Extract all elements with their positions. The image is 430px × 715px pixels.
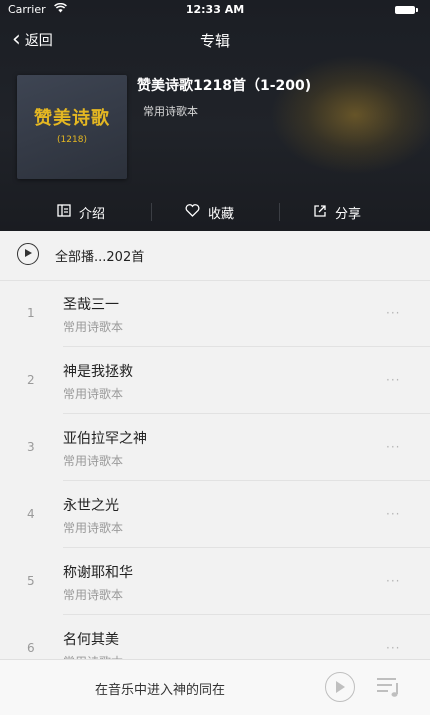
favorite-button[interactable]: 收藏 xyxy=(185,197,234,227)
more-icon[interactable]: ··· xyxy=(386,373,400,387)
album-title: 赞美诗歌1218首（1-200) xyxy=(137,78,312,94)
more-icon[interactable]: ··· xyxy=(386,440,400,454)
album-header: Carrier 12:33 AM ‹ 返回 专辑 赞美诗歌 (1218) 赞美诗… xyxy=(0,0,430,231)
status-bar: Carrier 12:33 AM xyxy=(0,0,430,20)
heart-icon xyxy=(185,203,200,221)
play-all-label: 全部播...202首 xyxy=(55,250,145,265)
book-icon xyxy=(57,203,71,221)
song-title: 亚伯拉罕之神 xyxy=(63,431,147,447)
more-icon[interactable]: ··· xyxy=(386,641,400,655)
share-button[interactable]: 分享 xyxy=(313,197,361,227)
song-title: 称谢耶和华 xyxy=(63,565,133,581)
song-title: 圣哉三一 xyxy=(63,297,119,313)
play-icon[interactable] xyxy=(325,672,355,702)
mini-player: 在音乐中进入神的同在 xyxy=(0,659,430,715)
track-number: 2 xyxy=(27,373,35,387)
intro-label: 介绍 xyxy=(79,206,106,222)
play-circle-icon[interactable] xyxy=(17,243,39,265)
track-number: 4 xyxy=(27,507,35,521)
list-item[interactable]: 1 圣哉三一 常用诗歌本 ··· xyxy=(0,280,430,347)
page-title: 专辑 xyxy=(199,32,230,50)
status-time: 12:33 AM xyxy=(185,3,245,16)
song-subtitle: 常用诗歌本 xyxy=(63,387,124,401)
more-icon[interactable]: ··· xyxy=(386,574,400,588)
action-bar: 介绍 收藏 分享 xyxy=(0,197,430,227)
track-number: 3 xyxy=(27,440,35,454)
list-item[interactable]: 3 亚伯拉罕之神 常用诗歌本 ··· xyxy=(0,414,430,481)
intro-button[interactable]: 介绍 xyxy=(57,197,105,227)
album-author: 常用诗歌本 xyxy=(143,105,198,118)
track-number: 5 xyxy=(27,574,35,588)
track-number: 6 xyxy=(27,641,35,655)
battery-icon xyxy=(395,6,418,14)
song-subtitle: 常用诗歌本 xyxy=(63,521,124,535)
cover-title: 赞美诗歌 xyxy=(34,108,110,129)
song-list: 1 圣哉三一 常用诗歌本 ··· 2 神是我拯救 常用诗歌本 ··· 3 亚伯拉… xyxy=(0,280,430,682)
song-title: 名何其美 xyxy=(63,632,119,648)
song-subtitle: 常用诗歌本 xyxy=(63,454,124,468)
more-icon[interactable]: ··· xyxy=(386,306,400,320)
list-item[interactable]: 4 永世之光 常用诗歌本 ··· xyxy=(0,481,430,548)
playlist-icon[interactable] xyxy=(376,676,402,698)
song-subtitle: 常用诗歌本 xyxy=(63,588,124,602)
nav-bar: ‹ 返回 专辑 xyxy=(0,26,430,54)
album-cover: 赞美诗歌 (1218) xyxy=(17,75,127,179)
cover-subtitle: (1218) xyxy=(57,135,87,145)
song-title: 神是我拯救 xyxy=(63,364,133,380)
header-glow xyxy=(270,55,430,175)
action-divider xyxy=(279,203,280,221)
player-now-playing[interactable]: 在音乐中进入神的同在 xyxy=(0,679,320,698)
more-icon[interactable]: ··· xyxy=(386,507,400,521)
song-title: 永世之光 xyxy=(63,498,119,514)
action-divider xyxy=(151,203,152,221)
track-number: 1 xyxy=(27,306,35,320)
share-label: 分享 xyxy=(335,206,362,222)
play-all-bar[interactable]: 全部播...202首 xyxy=(0,231,430,281)
share-icon xyxy=(313,204,327,221)
list-item[interactable]: 5 称谢耶和华 常用诗歌本 ··· xyxy=(0,548,430,615)
favorite-label: 收藏 xyxy=(208,206,235,222)
list-item[interactable]: 2 神是我拯救 常用诗歌本 ··· xyxy=(0,347,430,414)
song-subtitle: 常用诗歌本 xyxy=(63,320,124,334)
